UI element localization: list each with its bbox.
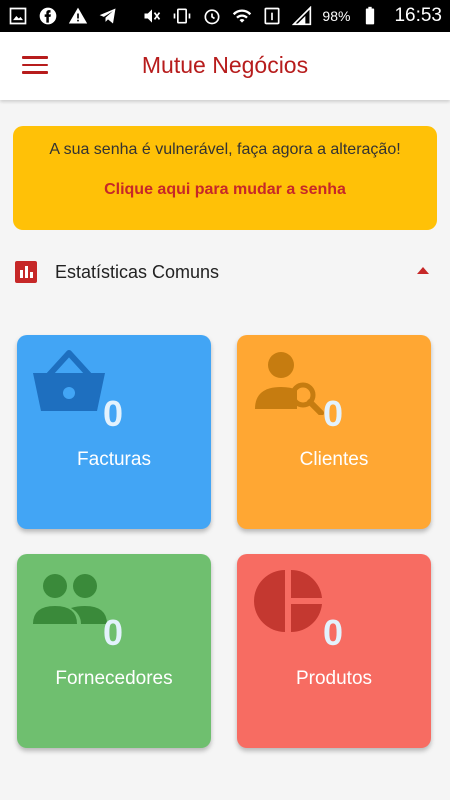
vibrate-icon [172, 6, 192, 26]
battery-percentage: 98% [322, 8, 351, 24]
card-fornecedores[interactable]: 0 Fornecedores [17, 554, 211, 748]
wifi-icon [232, 6, 252, 26]
facebook-icon [38, 6, 58, 26]
mute-icon [142, 6, 162, 26]
facturas-count: 0 [103, 393, 124, 434]
clock: 16:53 [394, 5, 442, 26]
password-alert: A sua senha é vulnerável, faça agora a a… [13, 126, 437, 230]
alert-message: A sua senha é vulnerável, faça agora a a… [49, 141, 401, 158]
status-bar: 98% 16:53 [0, 0, 450, 32]
app-bar: Mutue Negócios [0, 32, 450, 100]
facturas-label: Facturas [77, 449, 151, 470]
people-icon [33, 574, 107, 624]
card-produtos[interactable]: 0 Produtos [237, 554, 431, 748]
alarm-icon [202, 6, 222, 26]
person-search-icon [255, 352, 324, 415]
status-bar-left [8, 6, 118, 26]
statistics-section-header[interactable]: Estatísticas Comuns [15, 258, 435, 286]
sim-icon [262, 6, 282, 26]
card-facturas[interactable]: 0 Facturas [17, 335, 211, 529]
bar-chart-icon [15, 261, 37, 283]
gallery-icon [8, 6, 28, 26]
fornecedores-label: Fornecedores [55, 668, 173, 689]
produtos-count: 0 [323, 612, 344, 653]
app-title: Mutue Negócios [141, 52, 309, 78]
produtos-label: Produtos [295, 668, 373, 689]
telegram-icon [98, 6, 118, 26]
card-clientes[interactable]: 0 Clientes [237, 335, 431, 529]
fornecedores-count: 0 [103, 612, 124, 653]
warning-icon [68, 6, 88, 26]
pie-chart-icon [254, 569, 322, 633]
change-password-link[interactable]: Clique aqui para mudar a senha [13, 181, 437, 199]
clientes-label: Clientes [299, 449, 369, 470]
basket-icon [33, 350, 105, 411]
clientes-count: 0 [323, 393, 344, 434]
signal-icon [292, 6, 312, 26]
battery-icon [360, 6, 380, 26]
status-bar-right: 98% 16:53 [142, 5, 442, 27]
collapse-arrow-icon[interactable] [417, 267, 429, 274]
section-title: Estatísticas Comuns [55, 261, 220, 282]
